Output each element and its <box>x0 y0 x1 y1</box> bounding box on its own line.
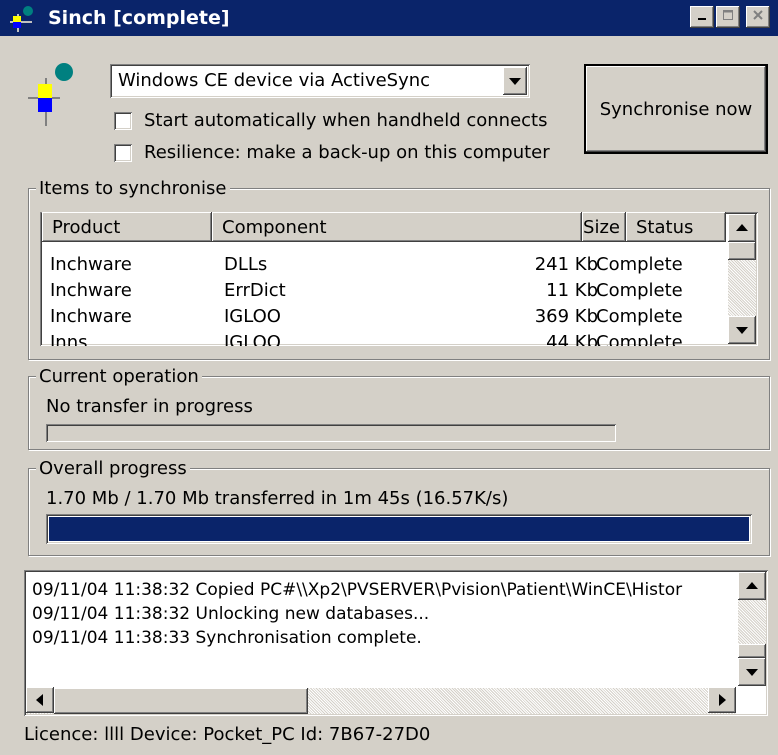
log-horizontal-scrollbar[interactable] <box>26 687 736 714</box>
status-bar-text: Licence: llll Device: Pocket_PC Id: 7B67… <box>24 724 431 745</box>
log-line: 09/11/04 11:38:32 Unlocking new database… <box>32 604 430 624</box>
log-scroll-right-button[interactable] <box>708 687 736 713</box>
log-pane[interactable]: 09/11/04 11:38:32 Copied PC#\\Xp2\PVSERV… <box>24 570 768 716</box>
device-icon <box>28 63 73 126</box>
arrow-up-icon <box>746 582 758 589</box>
window-title: Sinch [complete] <box>48 7 230 29</box>
items-list[interactable]: Product Component Size Status Inchware D… <box>40 212 758 346</box>
current-operation-progress <box>46 424 616 442</box>
scroll-up-button[interactable] <box>728 214 756 242</box>
start-auto-label: Start automatically when handheld connec… <box>144 110 548 131</box>
close-icon <box>753 10 763 20</box>
scroll-down-button[interactable] <box>728 316 756 344</box>
current-operation-text: No transfer in progress <box>46 396 253 417</box>
scroll-thumb[interactable] <box>728 242 756 260</box>
chevron-down-icon <box>509 78 521 85</box>
synchronise-now-button[interactable]: Synchronise now <box>584 64 768 154</box>
connection-select[interactable]: Windows CE device via ActiveSync <box>110 64 530 98</box>
synchronise-now-label: Synchronise now <box>586 66 766 152</box>
arrow-up-icon <box>736 224 748 231</box>
log-scroll-down-button[interactable] <box>738 658 766 686</box>
column-header-product[interactable]: Product <box>42 212 212 242</box>
resilience-checkbox[interactable] <box>114 144 132 162</box>
resilience-label: Resilience: make a back-up on this compu… <box>144 142 550 163</box>
column-header-status[interactable]: Status <box>626 212 726 242</box>
maximize-icon <box>723 10 733 20</box>
log-line: 09/11/04 11:38:33 Synchronisation comple… <box>32 628 422 648</box>
minimize-button[interactable] <box>690 6 714 28</box>
items-vertical-scrollbar[interactable] <box>728 214 756 344</box>
log-scroll-thumb[interactable] <box>738 644 766 658</box>
overall-progress-label: Overall progress <box>36 458 190 479</box>
title-bar[interactable]: Sinch [complete] <box>0 0 778 36</box>
app-icon <box>10 6 33 32</box>
maximize-button[interactable] <box>716 6 740 28</box>
arrow-down-icon <box>746 669 758 676</box>
overall-progress-fill <box>49 517 749 541</box>
arrow-right-icon <box>719 694 726 706</box>
log-vertical-scrollbar[interactable] <box>738 572 766 686</box>
overall-progress-text: 1.70 Mb / 1.70 Mb transferred in 1m 45s … <box>46 488 509 509</box>
log-hscroll-thumb[interactable] <box>54 688 308 714</box>
connection-dropdown-button[interactable] <box>503 67 527 95</box>
arrow-down-icon <box>736 327 748 334</box>
column-header-component[interactable]: Component <box>212 212 582 242</box>
log-scroll-left-button[interactable] <box>26 687 54 713</box>
minimize-icon <box>698 18 706 20</box>
current-operation-label: Current operation <box>36 366 202 387</box>
start-auto-checkbox[interactable] <box>114 112 132 130</box>
items-group-label: Items to synchronise <box>36 178 230 199</box>
log-line: 09/11/04 11:38:32 Copied PC#\\Xp2\PVSERV… <box>32 580 683 600</box>
log-scroll-up-button[interactable] <box>738 572 766 600</box>
overall-progress-bar <box>46 514 752 544</box>
column-header-size[interactable]: Size <box>582 212 626 242</box>
close-button[interactable] <box>746 6 770 28</box>
connection-select-value: Windows CE device via ActiveSync <box>118 70 431 91</box>
arrow-left-icon <box>36 694 43 706</box>
sinch-window: Sinch [complete] Windows CE device via A… <box>0 0 778 755</box>
